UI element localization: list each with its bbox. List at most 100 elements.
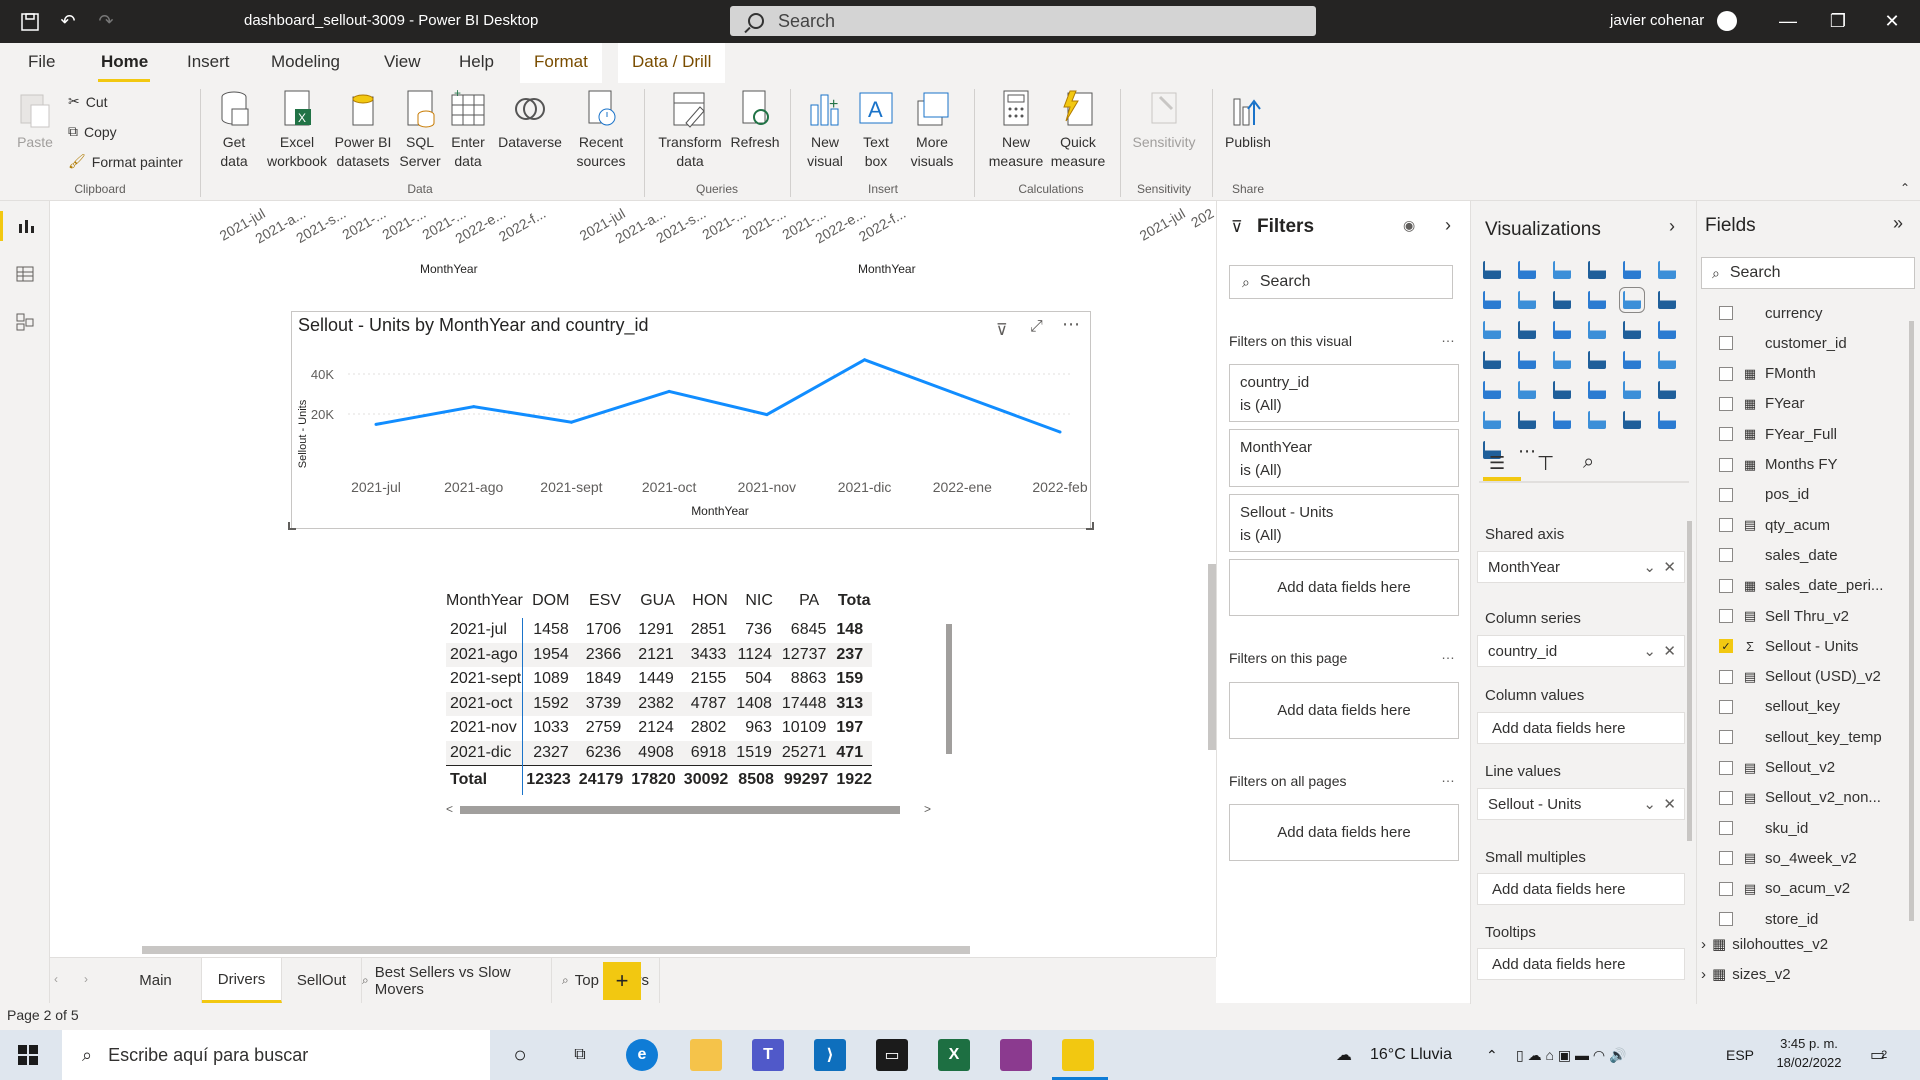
show-hidden-icons-icon[interactable]: ⌃	[1486, 1030, 1498, 1080]
column-header[interactable]: MonthYear	[446, 584, 523, 618]
sensitivity-button[interactable]: Sensitivity	[1128, 89, 1200, 152]
field-checkbox[interactable]	[1719, 487, 1733, 502]
notifications-icon[interactable]: ▭ 2	[1870, 1030, 1887, 1080]
visual-type-icon[interactable]	[1483, 321, 1501, 339]
visual-type-icon[interactable]	[1619, 287, 1645, 313]
field-checkbox[interactable]	[1719, 730, 1733, 745]
visual-type-icon[interactable]	[1553, 411, 1571, 429]
field-item[interactable]: ▦ FYear_Full	[1707, 419, 1837, 449]
field-item[interactable]: ▤ so_4week_v2	[1707, 843, 1857, 873]
recent-sources-button[interactable]: Recent sources	[568, 89, 634, 171]
total-row[interactable]: Total 12323 24179 17820 30092 8508 99297 1922	[446, 764, 872, 795]
column-header[interactable]: GUA	[631, 584, 684, 618]
avatar[interactable]	[1717, 11, 1737, 31]
undo-icon[interactable]: ↶	[48, 0, 88, 43]
eye-icon[interactable]: ◉	[1403, 217, 1415, 234]
weather-text[interactable]: 16°C Lluvia	[1370, 1030, 1452, 1080]
data-point[interactable]	[765, 413, 769, 417]
column-header[interactable]: DOM	[523, 584, 579, 618]
redo-icon[interactable]: ↷	[86, 0, 126, 43]
filter-card-monthyear[interactable]: MonthYear is (All)	[1229, 429, 1459, 487]
refresh-button[interactable]: Refresh	[728, 89, 782, 152]
field-checkbox[interactable]	[1719, 760, 1733, 775]
visual-type-icon[interactable]	[1588, 411, 1606, 429]
page-next-icon[interactable]: ›	[84, 972, 88, 986]
line-chart-visual[interactable]: Sellout - Units by MonthYear and country…	[288, 311, 1094, 530]
data-point[interactable]	[667, 389, 671, 393]
excel-workbook-button[interactable]: X Excel workbook	[262, 89, 332, 171]
close-button[interactable]: ✕	[1864, 0, 1920, 43]
format-painter-button[interactable]: 🖌 Format painter	[68, 153, 183, 170]
winrar-icon[interactable]	[1000, 1039, 1032, 1071]
visual-type-icon[interactable]	[1518, 411, 1536, 429]
visual-type-icon[interactable]	[1623, 351, 1641, 369]
page-tab-best-sellers[interactable]: ⌕ Best Sellers vs Slow Movers	[362, 958, 552, 1003]
data-view-icon[interactable]	[0, 259, 50, 289]
field-checkbox[interactable]	[1719, 821, 1733, 836]
table-row[interactable]: 2021-dic 2327 6236 4908 6918 1519 25271 471	[446, 740, 872, 765]
visual-type-icon[interactable]	[1483, 261, 1501, 279]
visual-type-icon[interactable]	[1483, 351, 1501, 369]
field-checkbox[interactable]	[1719, 851, 1733, 866]
tooltips-drop-zone[interactable]: Add data fields here	[1477, 948, 1685, 980]
field-checkbox[interactable]	[1719, 881, 1733, 896]
quick-measure-button[interactable]: Quick measure	[1046, 89, 1110, 171]
analytics-icon[interactable]: ⌕	[1583, 451, 1594, 474]
column-header[interactable]: PA	[782, 584, 837, 618]
get-data-button[interactable]: Get data	[210, 89, 258, 171]
field-checkbox[interactable]	[1719, 457, 1733, 472]
page-prev-icon[interactable]: ‹	[54, 972, 58, 986]
resize-handle[interactable]	[288, 522, 296, 530]
visual-type-icon[interactable]	[1483, 411, 1501, 429]
shared-axis-well[interactable]: MonthYear ⌄ ✕	[1477, 551, 1685, 583]
visual-type-icon[interactable]	[1553, 261, 1571, 279]
format-paint-roller-icon[interactable]: ⊤	[1537, 451, 1554, 476]
visual-type-icon[interactable]	[1658, 411, 1676, 429]
save-icon[interactable]	[10, 0, 50, 43]
field-item[interactable]: sku_id	[1707, 813, 1808, 843]
visual-type-icon[interactable]	[1658, 381, 1676, 399]
file-explorer-icon[interactable]	[690, 1039, 722, 1071]
field-checkbox[interactable]	[1719, 790, 1733, 805]
sql-server-button[interactable]: SQL Server	[396, 89, 444, 171]
report-view-icon[interactable]	[0, 211, 50, 241]
taskbar-search-box[interactable]: ⌕ Escribe aquí para buscar	[62, 1030, 490, 1080]
text-box-button[interactable]: A Text box	[852, 89, 900, 171]
enter-data-button[interactable]: + Enter data	[446, 86, 490, 171]
add-page-button[interactable]: +	[603, 962, 641, 1000]
remove-field-icon[interactable]: ✕	[1663, 642, 1676, 660]
visual-type-icon[interactable]	[1483, 381, 1501, 399]
tab-file[interactable]: File	[28, 52, 55, 72]
field-item[interactable]: ▦ Months FY	[1707, 450, 1838, 480]
field-item[interactable]: sellout_key_temp	[1707, 722, 1882, 752]
field-checkbox[interactable]	[1719, 366, 1733, 381]
field-item[interactable]: ▦ sales_date_peri...	[1707, 571, 1883, 601]
visual-type-icon[interactable]	[1518, 291, 1536, 309]
data-point[interactable]	[1058, 430, 1062, 434]
visual-type-icon[interactable]	[1658, 351, 1676, 369]
field-item[interactable]: ▦ FMonth	[1707, 359, 1816, 389]
new-visual-button[interactable]: + New visual	[800, 89, 850, 171]
viz-pane-scrollbar[interactable]	[1687, 521, 1692, 841]
collapse-viz-icon[interactable]: ›	[1669, 216, 1675, 237]
visual-type-icon[interactable]	[1588, 351, 1606, 369]
fields-search-input[interactable]: ⌕ Search	[1701, 257, 1915, 289]
data-point[interactable]	[374, 422, 378, 426]
table-silohouttes[interactable]: › ▦ silohouttes_v2	[1701, 929, 1901, 959]
field-item[interactable]: pos_id	[1707, 480, 1809, 510]
table-row[interactable]: 2021-nov 1033 2759 2124 2802 963 10109 197	[446, 716, 872, 741]
field-checkbox[interactable]	[1719, 518, 1733, 533]
data-point[interactable]	[960, 394, 964, 398]
field-item[interactable]: sales_date	[1707, 540, 1838, 570]
all-pages-filters-drop-zone[interactable]: Add data fields here	[1229, 804, 1459, 861]
field-item[interactable]: ▤ Sellout_v2_non...	[1707, 783, 1881, 813]
field-checkbox[interactable]	[1719, 912, 1733, 926]
column-values-drop-zone[interactable]: Add data fields here	[1477, 712, 1685, 744]
canvas-vertical-scrollbar[interactable]	[1208, 564, 1216, 750]
page-filters-drop-zone[interactable]: Add data fields here	[1229, 682, 1459, 739]
data-point[interactable]	[472, 405, 476, 409]
matrix-visual[interactable]: MonthYear DOM ESV GUA HON NIC PA Tota 2021-jul 1…	[446, 584, 954, 820]
field-item[interactable]: customer_id	[1707, 328, 1847, 358]
visual-type-icon[interactable]	[1518, 381, 1536, 399]
collapse-filters-icon[interactable]: ›	[1445, 215, 1451, 236]
